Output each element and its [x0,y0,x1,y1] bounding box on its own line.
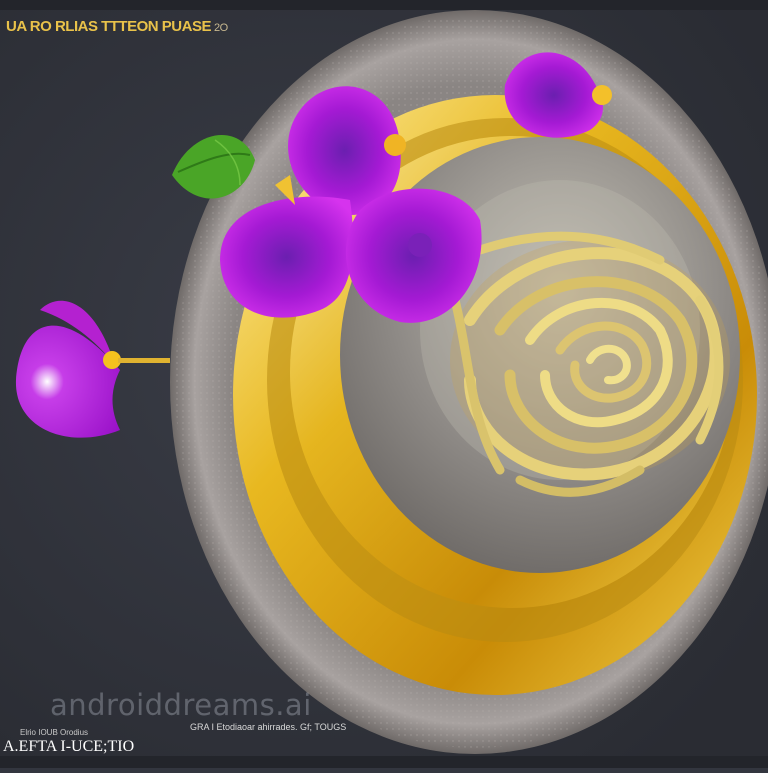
title-text: UA RO RLIAS TTTEON PUASE 2O [6,18,228,35]
caption-small: Elrio IOUB Orodius [20,728,89,737]
watermark: androiddreams.ai [50,688,312,722]
title-label: UA RO RLIAS TTTEON PUASE [6,18,211,35]
caption-middle: GRA I Etodiaoar ahirrades. Gf; TOUGS [190,722,347,732]
title-number: 2O [213,22,228,34]
food-scene: UA RO RLIAS TTTEON PUASE 2O androiddreams… [0,0,768,768]
plate-illustration [0,0,768,768]
caption-large: A.EFTA I-UCE;TIO [3,738,135,755]
